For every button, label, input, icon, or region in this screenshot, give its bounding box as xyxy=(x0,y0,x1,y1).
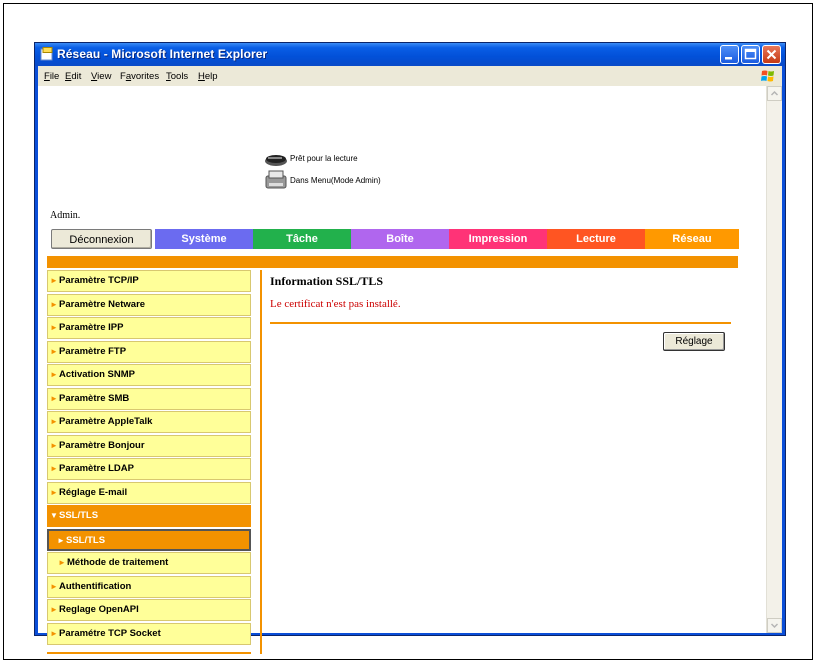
browser-window: Réseau - Microsoft Internet Explorer Fil… xyxy=(34,42,786,654)
sidebar-item-authentification[interactable]: ► Authentification xyxy=(47,575,251,598)
tab-impression[interactable]: Impression xyxy=(449,229,547,249)
sidebar-item-smb[interactable]: ► Paramètre SMB xyxy=(47,387,251,410)
vertical-scrollbar[interactable] xyxy=(766,86,782,633)
page-title: Information SSL/TLS xyxy=(270,274,384,288)
title-rule xyxy=(270,322,731,324)
sidebar-item-email[interactable]: ► Réglage E-mail xyxy=(47,481,251,504)
minimize-button[interactable] xyxy=(720,45,739,64)
close-button[interactable] xyxy=(762,45,781,64)
menu-file[interactable]: File xyxy=(44,71,59,82)
tab-systeme[interactable]: Système xyxy=(155,229,253,249)
admin-label: Admin. xyxy=(50,210,81,221)
maximize-icon xyxy=(744,48,757,60)
status-ready: Prêt pour la lecture xyxy=(290,154,358,163)
sidebar-item-ftp[interactable]: ► Paramètre FTP xyxy=(47,340,251,363)
sidebar-item-appletalk[interactable]: ► Paramètre AppleTalk xyxy=(47,411,251,433)
header-divider xyxy=(47,256,738,268)
menu-bar: File Edit View Favorites Tools Help xyxy=(38,66,782,86)
tab-lecture[interactable]: Lecture xyxy=(547,229,645,249)
sidebar-item-ssltls[interactable]: ► SSL/TLS xyxy=(47,528,251,551)
chevron-up-icon xyxy=(770,90,779,96)
scroll-up-button[interactable] xyxy=(767,86,782,101)
content-divider xyxy=(260,270,262,654)
sidebar-item-tcp-socket[interactable]: ► Paramétre TCP Socket xyxy=(47,622,251,645)
scanner-icon xyxy=(265,155,287,166)
sidebar-item-bonjour[interactable]: ► Paramètre Bonjour xyxy=(47,434,251,457)
maximize-button[interactable] xyxy=(741,45,760,64)
window-title: Réseau - Microsoft Internet Explorer xyxy=(57,47,268,61)
reglage-button[interactable]: Réglage xyxy=(663,332,725,351)
menu-edit[interactable]: Edit xyxy=(65,71,81,82)
logout-button[interactable]: Déconnexion xyxy=(51,229,152,249)
close-icon xyxy=(766,49,777,60)
menu-favorites[interactable]: Favorites xyxy=(120,71,159,82)
tab-boite[interactable]: Boîte xyxy=(351,229,449,249)
minimize-icon xyxy=(725,57,732,60)
printer-icon xyxy=(265,170,287,189)
menu-tools[interactable]: Tools xyxy=(166,71,188,82)
sidebar-bottom-rule xyxy=(47,652,251,654)
status-admin-mode: Dans Menu(Mode Admin) xyxy=(290,176,381,185)
status-message: Le certificat n'est pas installé. xyxy=(270,298,401,310)
tab-reseau[interactable]: Réseau xyxy=(645,229,739,249)
scroll-down-button[interactable] xyxy=(767,618,782,633)
windows-logo-icon xyxy=(761,70,774,82)
sidebar-item-openapi[interactable]: ► Reglage OpenAPI xyxy=(47,599,251,621)
menu-help[interactable]: Help xyxy=(198,71,218,82)
sidebar-item-ldap[interactable]: ► Paramètre LDAP xyxy=(47,458,251,480)
menu-view[interactable]: View xyxy=(91,71,111,82)
ie-page-icon xyxy=(40,47,53,61)
sidebar-item-netware[interactable]: ► Paramètre Netware xyxy=(47,293,251,316)
sidebar-item-methode[interactable]: ► Méthode de traitement xyxy=(47,552,251,574)
title-bar: Réseau - Microsoft Internet Explorer xyxy=(35,43,785,66)
sidebar-item-tcpip[interactable]: ► Paramètre TCP/IP xyxy=(47,270,251,292)
sidebar-item-snmp[interactable]: ► Activation SNMP xyxy=(47,364,251,386)
chevron-down-icon xyxy=(770,623,779,629)
sidebar-item-ssltls-group[interactable]: ▼ SSL/TLS xyxy=(47,505,251,527)
sidebar-item-ipp[interactable]: ► Paramètre IPP xyxy=(47,317,251,339)
page-content: Prêt pour la lecture Dans Menu(Mode Admi… xyxy=(38,86,766,654)
tab-tache[interactable]: Tâche xyxy=(253,229,351,249)
